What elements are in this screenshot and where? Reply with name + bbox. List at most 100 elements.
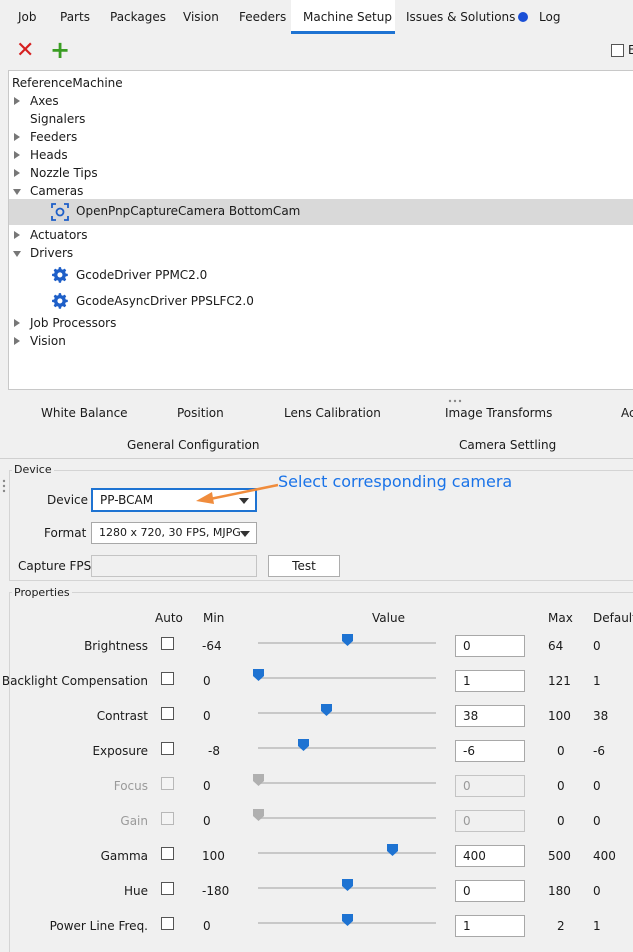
expand-arrow-icon[interactable] (14, 133, 20, 141)
subtab-white-balance[interactable]: White Balance (41, 406, 128, 420)
tab-vision[interactable]: Vision (183, 0, 219, 34)
property-slider-thumb-power-line-freq[interactable] (342, 914, 353, 926)
subtab-camera-settling[interactable]: Camera Settling (459, 438, 556, 452)
tab-issues-solutions[interactable]: Issues & Solutions (406, 0, 529, 34)
tab-log[interactable]: Log (539, 0, 560, 34)
property-slider-thumb-gamma[interactable] (386, 844, 398, 856)
tree-item-feeders[interactable]: Feeders (9, 128, 309, 146)
subtab-position[interactable]: Position (177, 406, 224, 420)
property-default-hue: 0 (593, 884, 601, 898)
tree-item-driver-ppslfc[interactable]: GcodeAsyncDriver PPSLFC2.0 (51, 291, 311, 311)
property-slider-thumb-gain (253, 809, 264, 821)
property-label-power-line-freq: Power Line Freq. (49, 919, 148, 933)
header-auto: Auto (155, 611, 183, 625)
property-value-field-gamma[interactable]: 400 (455, 845, 525, 867)
property-value-field-contrast[interactable]: 38 (455, 705, 525, 727)
tab-job[interactable]: Job (18, 0, 37, 34)
subtab-lens-calibration[interactable]: Lens Calibration (284, 406, 381, 420)
property-max-hue: 180 (548, 884, 571, 898)
property-value-field-backlight-compensation[interactable]: 1 (455, 670, 525, 692)
gear-icon (51, 266, 68, 288)
header-max: Max (548, 611, 573, 625)
property-slider-thumb-focus (253, 774, 264, 786)
tree-item-cameras[interactable]: Cameras (9, 182, 309, 200)
property-auto-checkbox-focus (161, 777, 174, 790)
expand-arrow-icon[interactable] (14, 337, 20, 345)
property-auto-checkbox-exposure[interactable] (161, 742, 174, 755)
property-slider-thumb-hue[interactable] (342, 879, 353, 891)
header-default: Default (593, 611, 633, 625)
property-default-gain: 0 (593, 814, 601, 828)
property-slider-thumb-brightness[interactable] (342, 634, 353, 646)
property-max-power-line-freq: 2 (557, 919, 565, 933)
expand-arrow-icon[interactable] (14, 169, 20, 177)
property-default-focus: 0 (593, 779, 601, 793)
tree-item-driver-ppmc[interactable]: GcodeDriver PPMC2.0 (51, 265, 311, 285)
property-default-gamma: 400 (593, 849, 616, 863)
machine-tree: ReferenceMachine Axes Signalers Feeders … (8, 70, 633, 390)
tab-machine-setup[interactable]: Machine Setup (291, 0, 395, 34)
tab-feeders[interactable]: Feeders (239, 0, 286, 34)
property-value-field-hue[interactable]: 0 (455, 880, 525, 902)
annotation-text: Select corresponding camera (278, 472, 513, 491)
tree-item-signalers[interactable]: Signalers (30, 110, 85, 128)
property-min-gain: 0 (203, 814, 211, 828)
notification-dot-icon (518, 12, 529, 22)
properties-group-title: Properties (12, 586, 72, 599)
subtab-general-configuration[interactable]: General Configuration (127, 438, 260, 452)
tree-root[interactable]: ReferenceMachine (12, 74, 123, 92)
format-select[interactable]: 1280 x 720, 30 FPS, MJPG (91, 522, 257, 544)
property-value-field-focus: 0 (455, 775, 525, 797)
capture-fps-label: Capture FPS (18, 559, 92, 573)
property-value-field-brightness[interactable]: 0 (455, 635, 525, 657)
tree-item-heads[interactable]: Heads (9, 146, 309, 164)
delete-icon[interactable]: ✕ (16, 40, 34, 62)
device-label: Device (47, 493, 89, 507)
property-label-exposure: Exposure (92, 744, 148, 758)
vertical-splitter-handle[interactable] (2, 478, 6, 494)
tab-parts[interactable]: Parts (60, 0, 90, 34)
subtab-image-transforms[interactable]: Image Transforms (445, 406, 552, 420)
test-button[interactable]: Test (268, 555, 340, 577)
property-value-field-exposure[interactable]: -6 (455, 740, 525, 762)
header-min: Min (203, 611, 225, 625)
property-slider-track-contrast (258, 712, 436, 714)
camera-icon (51, 203, 69, 224)
expand-arrow-icon[interactable] (14, 319, 20, 327)
property-min-power-line-freq: 0 (203, 919, 211, 933)
property-min-brightness: -64 (202, 639, 222, 653)
tab-packages[interactable]: Packages (110, 0, 166, 34)
tree-item-nozzle-tips[interactable]: Nozzle Tips (9, 164, 309, 182)
property-slider-thumb-contrast[interactable] (320, 704, 332, 716)
property-value-field-power-line-freq[interactable]: 1 (455, 915, 525, 937)
horizontal-splitter-handle[interactable] (448, 392, 462, 403)
property-slider-thumb-backlight-compensation[interactable] (253, 669, 264, 681)
property-auto-checkbox-contrast[interactable] (161, 707, 174, 720)
expand-arrow-icon[interactable] (14, 97, 20, 105)
property-slider-track-backlight-compensation (258, 677, 436, 679)
property-slider-thumb-exposure[interactable] (297, 739, 309, 751)
property-auto-checkbox-backlight-compensation[interactable] (161, 672, 174, 685)
add-icon[interactable]: + (50, 38, 70, 62)
tree-item-axes[interactable]: Axes (9, 92, 309, 110)
property-default-exposure: -6 (593, 744, 605, 758)
property-max-contrast: 100 (548, 709, 571, 723)
property-slider-track-gamma (258, 852, 436, 854)
property-auto-checkbox-power-line-freq[interactable] (161, 917, 174, 930)
tree-item-vision[interactable]: Vision (9, 332, 309, 350)
device-select-value: PP-BCAM (100, 493, 154, 507)
collapse-arrow-icon[interactable] (13, 251, 21, 257)
property-auto-checkbox-gamma[interactable] (161, 847, 174, 860)
property-auto-checkbox-brightness[interactable] (161, 637, 174, 650)
header-value: Value (372, 611, 405, 625)
expand-arrow-icon[interactable] (14, 151, 20, 159)
tree-item-bottom-camera[interactable]: OpenPnpCaptureCamera BottomCam (9, 199, 633, 225)
property-auto-checkbox-hue[interactable] (161, 882, 174, 895)
tree-item-actuators[interactable]: Actuators (9, 226, 309, 244)
subtab-more[interactable]: Ac (621, 406, 633, 420)
tree-item-drivers[interactable]: Drivers (9, 244, 309, 262)
tree-item-job-processors[interactable]: Job Processors (9, 314, 309, 332)
expand-arrow-icon[interactable] (14, 231, 20, 239)
toolbar-checkbox[interactable] (611, 44, 624, 57)
collapse-arrow-icon[interactable] (13, 189, 21, 195)
